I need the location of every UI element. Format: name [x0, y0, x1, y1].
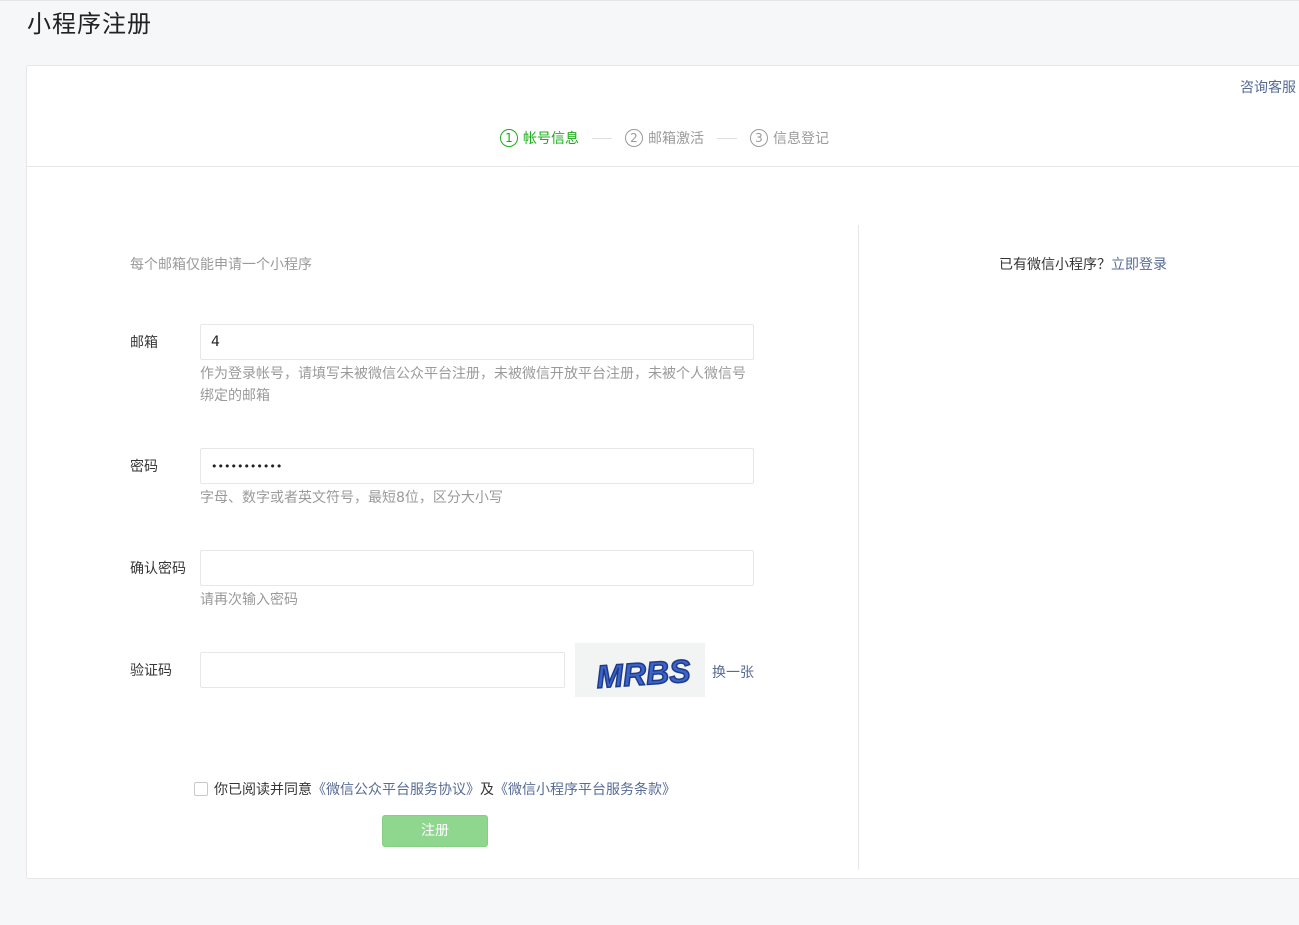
step-label: 帐号信息 [523, 131, 579, 147]
captcha-field[interactable] [200, 652, 565, 688]
step-number-icon: 3 [750, 129, 768, 147]
password-hint: 字母、数字或者英文符号，最短8位，区分大小写 [200, 490, 503, 506]
email-field[interactable] [200, 324, 754, 360]
step-label: 信息登记 [773, 131, 829, 147]
step-number-icon: 1 [500, 129, 518, 147]
page-title: 小程序注册 [27, 10, 152, 38]
captcha-image[interactable]: MRBS [575, 643, 705, 697]
password-label: 密码 [130, 459, 158, 475]
step-label: 邮箱激活 [648, 131, 704, 147]
confirm-password-label: 确认密码 [130, 561, 186, 577]
header-divider [26, 166, 1299, 167]
captcha-label: 验证码 [130, 663, 172, 679]
column-divider [858, 225, 859, 870]
step-info-registration: 3 信息登记 [750, 128, 829, 148]
platform-agreement-link[interactable]: 《微信公众平台服务协议》 [312, 779, 480, 799]
consult-service-link[interactable]: 咨询客服 [1240, 77, 1296, 97]
agreement-prefix: 你已阅读并同意 [214, 782, 312, 798]
email-label: 邮箱 [130, 335, 158, 351]
step-account-info: 1 帐号信息 [500, 128, 579, 148]
captcha-graphic: MRBS [594, 652, 693, 696]
top-border [0, 0, 1299, 1]
registration-steps: 1 帐号信息 2 邮箱激活 3 信息登记 [500, 128, 829, 148]
existing-account-question: 已有微信小程序？ [999, 257, 1111, 273]
miniprogram-terms-link[interactable]: 《微信小程序平台服务条款》 [494, 779, 676, 799]
register-button[interactable]: 注册 [382, 815, 488, 847]
agreement-row: 你已阅读并同意 《微信公众平台服务协议》及《微信小程序平台服务条款》 [194, 779, 676, 799]
step-number-icon: 2 [625, 129, 643, 147]
step-email-activation: 2 邮箱激活 [625, 128, 704, 148]
refresh-captcha-button[interactable]: 换一张 [712, 662, 754, 682]
login-link[interactable]: 立即登录 [1111, 257, 1167, 273]
email-hint: 作为登录帐号，请填写未被微信公众平台注册，未被微信开放平台注册，未被个人微信号绑… [200, 366, 746, 404]
agreement-conjunction: 及 [480, 782, 494, 798]
existing-account-prompt: 已有微信小程序？立即登录 [999, 254, 1167, 274]
captcha-text: MRBS [595, 652, 692, 695]
confirm-password-hint: 请再次输入密码 [200, 592, 298, 608]
confirm-password-field[interactable] [200, 550, 754, 586]
agreement-checkbox[interactable] [194, 782, 208, 796]
password-field[interactable] [200, 448, 754, 484]
step-separator [592, 137, 612, 139]
step-separator [717, 137, 737, 139]
form-notice: 每个邮箱仅能申请一个小程序 [130, 257, 312, 273]
